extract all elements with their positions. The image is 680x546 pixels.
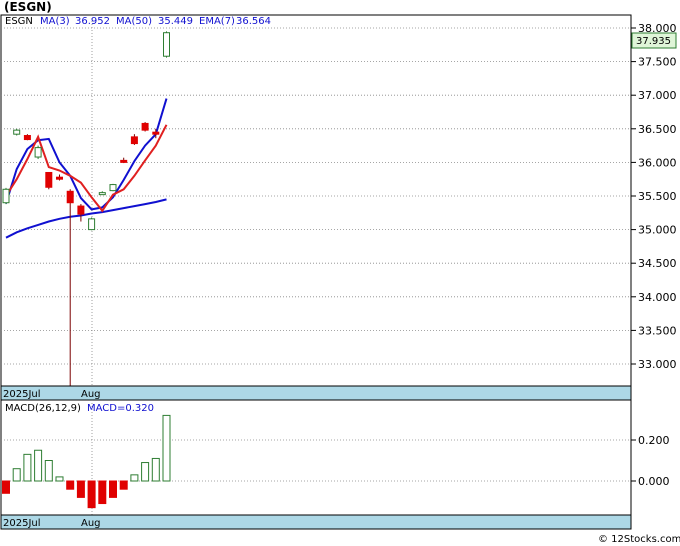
macd-bar-positive — [12, 468, 21, 482]
macd-bar-negative — [66, 480, 75, 490]
price-tick-label: 37.000 — [638, 89, 677, 102]
candle-body-down — [77, 205, 85, 215]
macd-bar-negative — [87, 480, 96, 509]
candle-body-down — [152, 131, 160, 135]
footer-credit: © 12Stocks.com — [598, 534, 680, 545]
macd-bar-positive — [151, 457, 160, 482]
candle-body-down — [130, 136, 138, 145]
macd-bar-positive — [162, 414, 171, 482]
price-tick-label: 36.500 — [638, 123, 677, 136]
legend-ma3-label: MA(3) — [40, 16, 70, 27]
macd-bar-negative — [76, 480, 85, 498]
legend-ma50-value: 35.449 — [158, 16, 193, 27]
macd-bar-positive — [55, 476, 64, 482]
date-label-jul-top: 2025Jul — [3, 389, 41, 400]
legend-ema7-value: 36.564 — [236, 16, 271, 27]
price-tick-label: 37.500 — [638, 56, 677, 69]
price-tick-label: 35.000 — [638, 224, 677, 237]
macd-tick-label: 0.000 — [638, 475, 670, 488]
candle-body-down — [141, 122, 149, 131]
stock-chart: 38.00037.50037.00036.50036.00035.50035.0… — [0, 14, 680, 545]
price-axis: 38.00037.50037.00036.50036.00035.50035.0… — [631, 22, 677, 371]
legend-ticker: ESGN — [5, 16, 33, 27]
macd-bar-positive — [141, 462, 150, 482]
macd-legend-value: MACD=0.320 — [87, 403, 154, 414]
macd-bar-negative — [109, 480, 117, 498]
date-label-aug-top: Aug — [81, 389, 101, 400]
candle-body-down — [45, 171, 53, 188]
candle-body-up — [2, 188, 10, 204]
legend-ma50-label: MA(50) — [116, 16, 152, 27]
macd-axis: 0.200 0.000 — [631, 434, 670, 488]
date-label-aug-bottom: Aug — [81, 518, 101, 529]
candle-body-up — [13, 129, 21, 135]
macd-bar-negative — [98, 480, 107, 505]
legend-ema7-label: EMA(7) — [199, 16, 235, 27]
macd-tick-label: 0.200 — [638, 434, 670, 447]
price-tick-label: 33.000 — [638, 358, 677, 371]
macd-bar-positive — [44, 460, 53, 482]
candle-body-down — [120, 159, 128, 163]
last-price-label: 37.935 — [636, 36, 671, 47]
price-tick-label: 36.000 — [638, 156, 677, 169]
candle-body-up — [98, 192, 106, 196]
macd-legend-label: MACD(26,12,9) — [5, 403, 81, 414]
price-tick-label: 34.000 — [638, 291, 677, 304]
macd-bar-positive — [34, 449, 43, 482]
macd-bar-positive — [23, 453, 32, 482]
candle-body-down — [56, 176, 63, 180]
date-label-jul-bottom: 2025Jul — [3, 518, 41, 529]
candle-body-down — [23, 135, 31, 141]
price-tick-label: 35.500 — [638, 190, 677, 203]
candle-body-up — [163, 32, 170, 57]
macd-bar-negative — [2, 480, 10, 494]
candle-body-up — [109, 184, 117, 192]
macd-bar-positive — [130, 474, 139, 482]
candle-body-up — [34, 147, 42, 158]
price-tick-label: 34.500 — [638, 257, 677, 270]
macd-bar-negative — [119, 480, 128, 490]
candle-body-up — [88, 218, 96, 231]
price-tick-label: 33.500 — [638, 324, 677, 337]
legend-ma3-value: 36.952 — [75, 16, 110, 27]
candle-body-down — [66, 190, 74, 204]
